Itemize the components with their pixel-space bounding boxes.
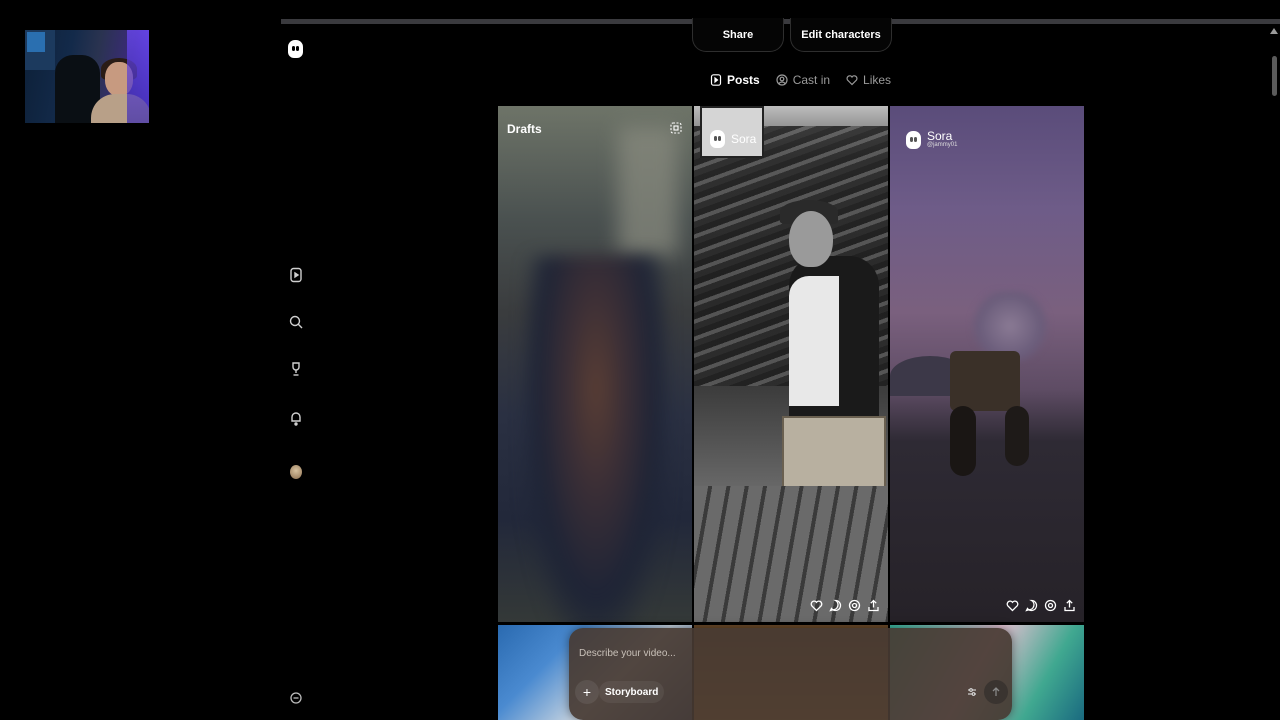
trophy-icon[interactable]: [288, 361, 304, 377]
video-composer: Describe your video... + Storyboard: [569, 628, 1012, 720]
webcam-overlay: [25, 30, 149, 123]
arrow-up-icon: [992, 687, 1000, 696]
edit-characters-button[interactable]: Edit characters: [790, 18, 892, 52]
cameo-icon: [776, 74, 788, 86]
bell-icon[interactable]: [288, 410, 304, 426]
drafts-tile[interactable]: Drafts: [498, 106, 692, 622]
select-icon[interactable]: [670, 122, 682, 134]
author-name: Sora: [731, 132, 757, 146]
sora-avatar-icon: [710, 130, 725, 148]
post-tile[interactable]: Sora @jammy01: [890, 106, 1084, 622]
prompt-input[interactable]: Describe your video...: [579, 648, 676, 659]
share-button[interactable]: Share: [692, 18, 784, 52]
post-author[interactable]: Sora: [710, 130, 756, 148]
comment-icon[interactable]: [829, 599, 842, 612]
feed-play-icon[interactable]: [288, 267, 304, 283]
play-square-icon: [710, 74, 722, 86]
post-tile[interactable]: Sora: [694, 106, 888, 622]
tab-posts[interactable]: Posts: [710, 72, 760, 88]
drafts-title: Drafts: [507, 122, 542, 136]
sora-avatar-icon: [906, 130, 921, 149]
share-icon[interactable]: [867, 599, 880, 612]
avatar[interactable]: [290, 465, 302, 479]
settings-circle-icon[interactable]: [288, 690, 304, 706]
search-icon[interactable]: [288, 314, 304, 330]
remix-icon[interactable]: [1044, 599, 1057, 612]
post-author[interactable]: Sora @jammy01: [906, 130, 957, 149]
post-actions: [810, 599, 880, 612]
scrollbar-up-arrow[interactable]: [1270, 28, 1278, 34]
tab-cast-in[interactable]: Cast in: [776, 72, 830, 88]
like-icon[interactable]: [1006, 599, 1019, 612]
tab-likes[interactable]: Likes: [846, 72, 891, 88]
tab-label: Cast in: [792, 73, 831, 87]
tab-label: Posts: [727, 73, 760, 87]
author-handle: @jammy01: [927, 142, 958, 148]
author-name: Sora: [927, 129, 953, 143]
tab-label: Likes: [863, 73, 892, 87]
add-button[interactable]: +: [575, 680, 599, 704]
comment-icon[interactable]: [1025, 599, 1038, 612]
storyboard-button[interactable]: Storyboard: [599, 681, 665, 703]
like-icon[interactable]: [810, 599, 823, 612]
heart-icon: [846, 75, 858, 86]
remix-icon[interactable]: [848, 599, 861, 612]
scrollbar-thumb[interactable]: [1272, 56, 1277, 96]
submit-button[interactable]: [984, 680, 1008, 704]
profile-tabs: Posts Cast in Likes: [710, 72, 891, 88]
share-icon[interactable]: [1063, 599, 1076, 612]
post-actions: [1006, 599, 1076, 612]
sora-logo-icon[interactable]: [288, 40, 303, 58]
settings-sliders-icon[interactable]: [962, 682, 982, 702]
